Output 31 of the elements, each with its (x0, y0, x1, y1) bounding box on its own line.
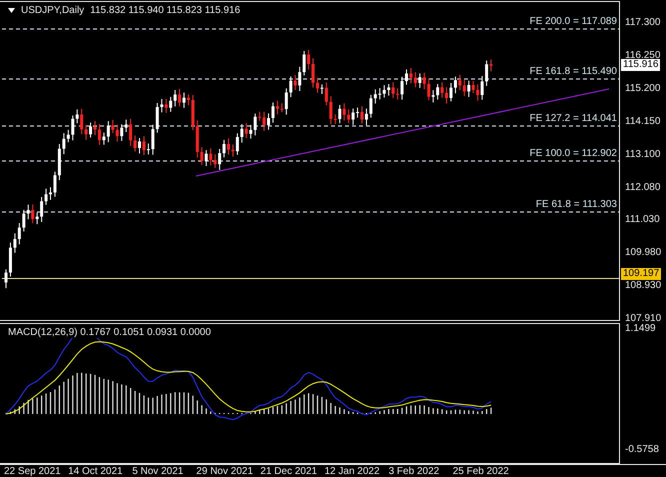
date-label: 29 Nov 2021 (196, 466, 254, 477)
fibonacci-label: FE 127.2 = 114.041 (530, 113, 617, 124)
price-tick: 107.910 (624, 313, 662, 324)
symbol-label: USDJPY,Daily (21, 5, 84, 16)
date-label: 3 Feb 2022 (388, 466, 440, 477)
date-label: 12 Jan 2022 (324, 466, 380, 477)
date-label: 21 Dec 2021 (260, 466, 318, 477)
price-tick: 117.300 (624, 17, 660, 29)
quote-values: 115.832 115.940 115.823 115.916 (90, 5, 240, 16)
price-tick: 112.080 (624, 182, 660, 194)
current-price-tag: 115.916 (621, 59, 660, 71)
dropdown-icon[interactable] (8, 8, 15, 13)
price-tick: 111.030 (624, 214, 660, 226)
macd-tick: 1.1499 (624, 323, 656, 335)
fibonacci-label: FE 61.8 = 111.303 (536, 199, 617, 210)
price-tick: 115.200 (624, 82, 660, 95)
fibonacci-label: FE 161.8 = 115.490 (530, 66, 617, 77)
macd-label: MACD(12,26,9) 0.1767 0.1051 0.0931 0.0000 (8, 327, 211, 338)
price-tick: 109.980 (624, 247, 662, 260)
date-label: 5 Nov 2021 (132, 466, 184, 477)
price-tick: 114.150 (624, 116, 660, 128)
price-tick: 113.100 (624, 148, 660, 161)
fibonacci-label: FE 200.0 = 117.089 (530, 16, 617, 27)
fibonacci-label: FE 100.0 = 112.902 (530, 148, 617, 159)
price-tick: 108.930 (624, 280, 662, 292)
macd-tick: -0.5758 (624, 444, 659, 456)
date-label: 14 Oct 2021 (68, 466, 123, 477)
date-label: 22 Sep 2021 (4, 466, 61, 477)
date-label: 25 Feb 2022 (452, 466, 509, 477)
price-level-tag: 109.197 (621, 268, 662, 280)
price-tick: 116.250 (625, 50, 660, 61)
